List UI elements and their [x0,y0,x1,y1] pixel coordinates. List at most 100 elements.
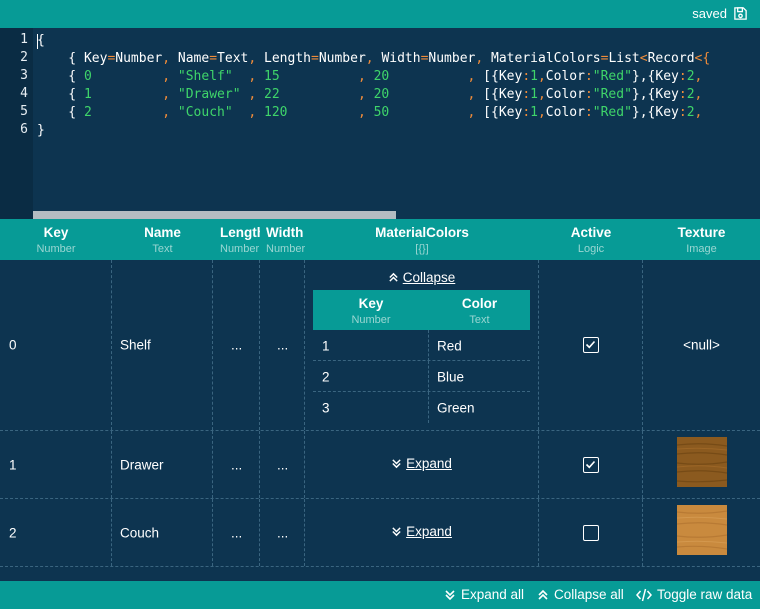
code-token: "Red" [592,87,632,102]
code-token: : [584,87,593,102]
code-area[interactable]: { { Key=Number, Name=Text, Length=Number… [37,28,760,211]
code-token: [{ [483,87,499,102]
code-token: , [475,51,492,66]
code-token: 22 [264,87,358,102]
table-row[interactable]: 2 Couch ... ... Expand [0,499,760,567]
collapse-link[interactable]: Collapse [305,270,538,285]
cell-name[interactable]: Couch [112,499,213,566]
chevron-double-up-icon [538,589,548,600]
code-line[interactable]: } [37,122,45,140]
code-line[interactable]: { [37,32,45,50]
table-row[interactable]: 1 Drawer ... ... Expand [0,431,760,499]
column-header-key[interactable]: Key Number [0,219,112,260]
column-header-length[interactable]: Length Number [213,219,260,260]
chevron-double-down-icon [445,589,455,600]
cell-texture[interactable] [643,431,760,498]
code-line[interactable]: { 0 , "Shelf" , 15 , 20 , [{Key:1,Color:… [37,68,702,86]
cell-value: ... [231,457,243,472]
chevron-double-up-icon [389,272,398,282]
active-checkbox[interactable] [582,524,599,541]
line-number: 4 [20,86,28,101]
code-token: 1 [530,87,538,102]
cell-name[interactable]: Shelf [112,260,213,430]
code-token: , [357,69,374,84]
code-token: , [162,69,178,84]
column-name: Name [144,225,181,240]
nested-cell-color[interactable]: Red [429,330,530,361]
expand-link[interactable]: Expand [305,456,538,471]
code-token: 20 [373,87,468,102]
code-token: [{ [483,69,499,84]
expand-all-button[interactable]: Expand all [444,587,524,602]
code-token: "Drawer" [177,87,249,102]
code-token: },{ [631,105,656,120]
null-texture-label: <null> [683,337,720,353]
cell-width[interactable]: ... [260,260,305,430]
expand-all-label: Expand all [461,587,525,602]
cell-length[interactable]: ... [213,431,260,498]
code-token: : [522,105,531,120]
nested-cell-key[interactable]: 2 [313,361,429,392]
cell-texture[interactable]: <null> [643,260,760,430]
code-token: , [248,69,265,84]
column-header-active[interactable]: Active Logic [539,219,643,260]
nested-cell-key[interactable]: 3 [313,392,429,423]
cell-value: ... [231,525,243,540]
code-line[interactable]: { Key=Number, Name=Text, Length=Number, … [37,50,710,68]
line-number-gutter: 1 2 3 4 5 6 [0,28,33,219]
cell-key[interactable]: 1 [0,431,112,498]
toggle-raw-data-button[interactable]: Toggle raw data [636,587,752,602]
cell-key[interactable]: 0 [0,260,112,430]
toggle-raw-data-label: Toggle raw data [657,587,753,602]
column-name: Active [570,225,612,240]
nested-table-row[interactable]: 2 Blue [313,361,530,392]
code-token: Number [428,51,476,66]
nested-header: Key Number Color Text [313,290,530,330]
nested-cell-color[interactable]: Blue [429,361,530,392]
code-line[interactable]: { 1 , "Drawer" , 22 , 20 , [{Key:1,Color… [37,86,702,104]
column-header-width[interactable]: Width Number [260,219,305,260]
save-status[interactable]: saved [692,6,748,21]
code-token: Key [655,69,679,84]
nested-cell-key[interactable]: 1 [313,330,429,361]
cell-width[interactable]: ... [260,499,305,566]
column-header-materialcolors[interactable]: MaterialColors [{}] [305,219,539,260]
nested-cell-color[interactable]: Green [429,392,530,423]
code-token: 1 [530,105,538,120]
expand-link[interactable]: Expand [305,524,538,539]
column-type: Text [152,243,173,255]
line-number: 6 [20,122,28,137]
line-number: 2 [20,50,28,65]
code-token: : [678,87,687,102]
nested-column-header-color[interactable]: Color Text [429,290,530,330]
scrollbar-thumb[interactable] [33,211,396,219]
collapse-all-button[interactable]: Collapse all [537,587,624,602]
column-name: MaterialColors [375,225,469,240]
raw-data-editor[interactable]: 123456 { { Key=Number, Name=Text, Length… [0,28,760,219]
nested-table-row[interactable]: 3 Green [313,392,530,423]
cell-length[interactable]: ... [213,499,260,566]
code-token: < [639,51,648,66]
column-header-name[interactable]: Name Text [112,219,213,260]
collapse-all-label: Collapse all [554,587,624,602]
cell-value: Blue [437,369,465,384]
nested-table-row[interactable]: 1 Red [313,330,530,361]
cell-texture[interactable] [643,499,760,566]
horizontal-scrollbar[interactable] [33,211,760,219]
code-token: , [467,105,484,120]
code-token: Key [655,87,679,102]
cell-width[interactable]: ... [260,431,305,498]
code-line[interactable]: { 2 , "Couch" , 120 , 50 , [{Key:1,Color… [37,104,702,122]
cell-length[interactable]: ... [213,260,260,430]
column-name: Key [43,225,69,240]
code-icon [636,588,652,601]
code-token: { [37,105,84,120]
active-checkbox[interactable] [582,456,599,473]
cell-key[interactable]: 2 [0,499,112,566]
cell-name[interactable]: Drawer [112,431,213,498]
cell-value: Drawer [120,457,164,472]
table-row[interactable]: 0 Shelf ... ... Collapse Key Number Colo… [0,260,760,431]
active-checkbox[interactable] [582,337,599,353]
column-header-texture[interactable]: Texture Image [643,219,760,260]
nested-column-header-key[interactable]: Key Number [313,290,429,330]
